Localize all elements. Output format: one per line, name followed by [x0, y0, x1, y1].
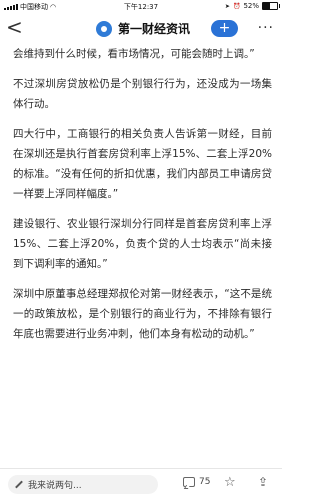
share-icon[interactable]: ⇪	[258, 475, 268, 489]
follow-button[interactable]: +	[211, 20, 238, 37]
status-right: ➤ ⏰ 52%	[224, 2, 280, 10]
favorite-star-icon[interactable]: ☆	[224, 475, 236, 490]
channel-logo-icon	[96, 20, 112, 37]
pencil-icon	[14, 480, 24, 490]
comment-bubble-icon	[183, 477, 195, 487]
comment-input[interactable]: 我来说两句...	[8, 475, 158, 494]
channel-title: 第一财经资讯	[118, 22, 191, 36]
article-paragraph: 会维持到什么时候，看市场情况，可能会随时上调。”	[13, 48, 255, 60]
comment-count: 75	[199, 477, 211, 487]
article-paragraph: 四大行中，工商银行的相关负责人告诉第一财经，目前在深圳还是执行首套房贷利率上浮1…	[13, 128, 272, 200]
comments-button[interactable]: 75	[183, 477, 210, 487]
location-icon: ➤	[224, 2, 230, 10]
article-paragraph: 不过深圳房贷放松仍是个别银行行为，还没成为一场集体行动。	[13, 78, 272, 110]
battery-percent: 52%	[243, 2, 259, 10]
status-bar: 中国移动 ◠ 下午12:37 ➤ ⏰ 52%	[0, 0, 282, 13]
article-paragraph: 建设银行、农业银行深圳分行同样是首套房贷利率上浮15%、二套上浮20%，负责个贷…	[13, 218, 272, 270]
more-icon[interactable]: ...	[258, 16, 274, 32]
battery-icon	[262, 2, 280, 10]
article-body: 会维持到什么时候，看市场情况，可能会随时上调。” 不过深圳房贷放松仍是个别银行行…	[13, 44, 272, 354]
bottom-toolbar: 我来说两句... 75 ☆ ⇪	[0, 468, 282, 501]
back-button[interactable]: <	[6, 16, 23, 38]
alarm-icon: ⏰	[232, 2, 241, 10]
channel-brand[interactable]: 第一财经资讯	[96, 20, 190, 37]
comment-placeholder: 我来说两句...	[28, 481, 82, 491]
nav-bar: < 第一财经资讯 + ...	[0, 13, 282, 43]
article-paragraph: 深圳中原董事总经理郑叔伦对第一财经表示，“这不是统一的政策放松，是个别银行的商业…	[13, 288, 272, 340]
